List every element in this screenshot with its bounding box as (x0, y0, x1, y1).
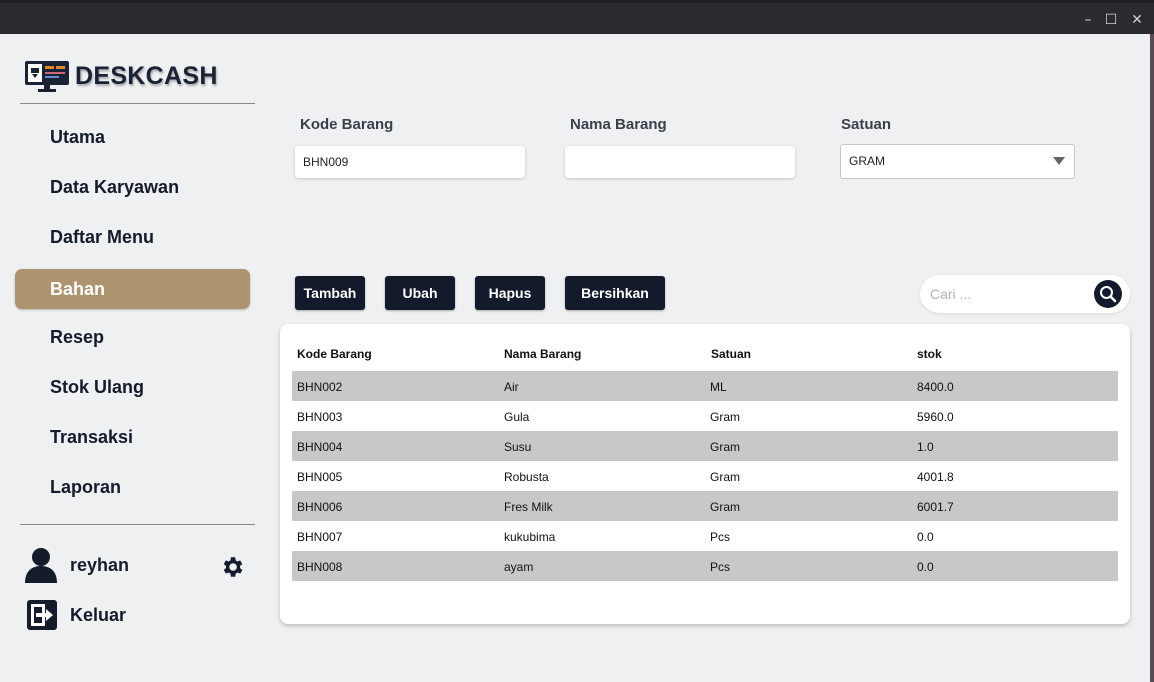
sidebar-item-data-karyawan[interactable]: Data Karyawan (15, 167, 250, 207)
table-row[interactable]: BHN003 Gula Gram 5960.0 (292, 401, 1118, 431)
search-icon (1100, 286, 1117, 303)
user-icon (25, 548, 57, 583)
table-row[interactable]: BHN002 Air ML 8400.0 (292, 371, 1118, 401)
search-input[interactable]: Cari ... (920, 275, 1130, 313)
sidebar-item-daftar-menu[interactable]: Daftar Menu (15, 217, 250, 257)
table-row[interactable]: BHN007 kukubima Pcs 0.0 (292, 521, 1118, 551)
table-cell: Robusta (504, 470, 549, 484)
tambah-button[interactable]: Tambah (295, 276, 365, 310)
table-cell: 5960.0 (917, 410, 954, 424)
table-row[interactable]: BHN006 Fres Milk Gram 6001.7 (292, 491, 1118, 521)
table-cell: ML (710, 380, 727, 394)
sidebar-item-laporan[interactable]: Laporan (15, 467, 250, 507)
table-cell: 8400.0 (917, 380, 954, 394)
maximize-icon[interactable]: ☐ (1103, 12, 1119, 28)
logout-button[interactable]: Keluar (26, 597, 126, 633)
chevron-down-icon (1053, 157, 1065, 165)
table-cell: Air (504, 380, 519, 394)
column-header-satuan[interactable]: Satuan (711, 347, 751, 361)
table-cell: 1.0 (917, 440, 934, 454)
table-cell: Fres Milk (504, 500, 553, 514)
table-cell: BHN005 (297, 470, 343, 484)
table-cell: Gram (710, 440, 740, 454)
brand-name: DESKCASH (75, 61, 218, 90)
background-strip (1150, 34, 1154, 682)
ubah-button[interactable]: Ubah (385, 276, 455, 310)
table-cell: BHN002 (297, 380, 343, 394)
nama-barang-label: Nama Barang (570, 116, 667, 133)
window-titlebar: – ☐ ✕ (0, 0, 1154, 34)
hapus-button[interactable]: Hapus (475, 276, 545, 310)
minimize-icon[interactable]: – (1080, 12, 1096, 28)
table-cell: Pcs (710, 560, 731, 574)
table-cell: BHN007 (297, 530, 343, 544)
table-row[interactable]: BHN005 Robusta Gram 4001.8 (292, 461, 1118, 491)
sidebar-item-bahan[interactable]: Bahan (15, 269, 250, 309)
sidebar-item-transaksi[interactable]: Transaksi (15, 417, 250, 457)
table-cell: 0.0 (917, 530, 934, 544)
satuan-select[interactable]: GRAM (840, 144, 1075, 179)
table-cell: Gram (710, 470, 740, 484)
monitor-icon (25, 61, 69, 92)
sidebar-item-utama[interactable]: Utama (15, 117, 250, 157)
app-window: DESKCASH Utama Data Karyawan Daftar Menu… (0, 34, 1150, 682)
bahan-table: Kode Barang Nama Barang Satuan stok BHN0… (280, 324, 1130, 624)
nama-barang-input[interactable] (565, 146, 795, 178)
search-placeholder: Cari ... (930, 286, 972, 302)
kode-barang-label: Kode Barang (300, 116, 394, 133)
table-cell: Gram (710, 500, 740, 514)
table-cell: kukubima (504, 530, 556, 544)
kode-barang-input[interactable] (295, 146, 525, 178)
search-button[interactable] (1094, 280, 1122, 308)
gear-icon[interactable] (219, 554, 245, 580)
table-row[interactable]: BHN004 Susu Gram 1.0 (292, 431, 1118, 461)
logout-label: Keluar (70, 604, 127, 625)
sidebar-divider-bottom (20, 524, 255, 525)
satuan-value: GRAM (849, 154, 885, 168)
column-header-nama[interactable]: Nama Barang (504, 347, 581, 361)
column-header-kode[interactable]: Kode Barang (297, 347, 372, 361)
table-cell: 0.0 (917, 560, 934, 574)
table-cell: BHN008 (297, 560, 343, 574)
satuan-label: Satuan (841, 116, 892, 133)
brand: DESKCASH (24, 58, 218, 94)
sidebar-item-resep[interactable]: Resep (15, 317, 250, 357)
table-cell: 4001.8 (917, 470, 954, 484)
table-row[interactable]: BHN008 ayam Pcs 0.0 (292, 551, 1118, 581)
logout-icon (27, 600, 57, 630)
table-cell: Gram (710, 410, 740, 424)
sidebar-divider (20, 103, 255, 104)
table-cell: Gula (504, 410, 530, 424)
table-cell: 6001.7 (917, 500, 954, 514)
user-profile: reyhan (24, 546, 129, 584)
sidebar-item-stok-ulang[interactable]: Stok Ulang (15, 367, 250, 407)
user-name: reyhan (70, 554, 130, 575)
close-icon[interactable]: ✕ (1129, 12, 1145, 28)
table-cell: BHN006 (297, 500, 343, 514)
bersihkan-button[interactable]: Bersihkan (565, 276, 665, 310)
column-header-stok[interactable]: stok (917, 347, 942, 361)
table-cell: ayam (504, 560, 534, 574)
table-cell: BHN004 (297, 440, 343, 454)
table-cell: Susu (504, 440, 532, 454)
table-cell: BHN003 (297, 410, 343, 424)
table-cell: Pcs (710, 530, 731, 544)
